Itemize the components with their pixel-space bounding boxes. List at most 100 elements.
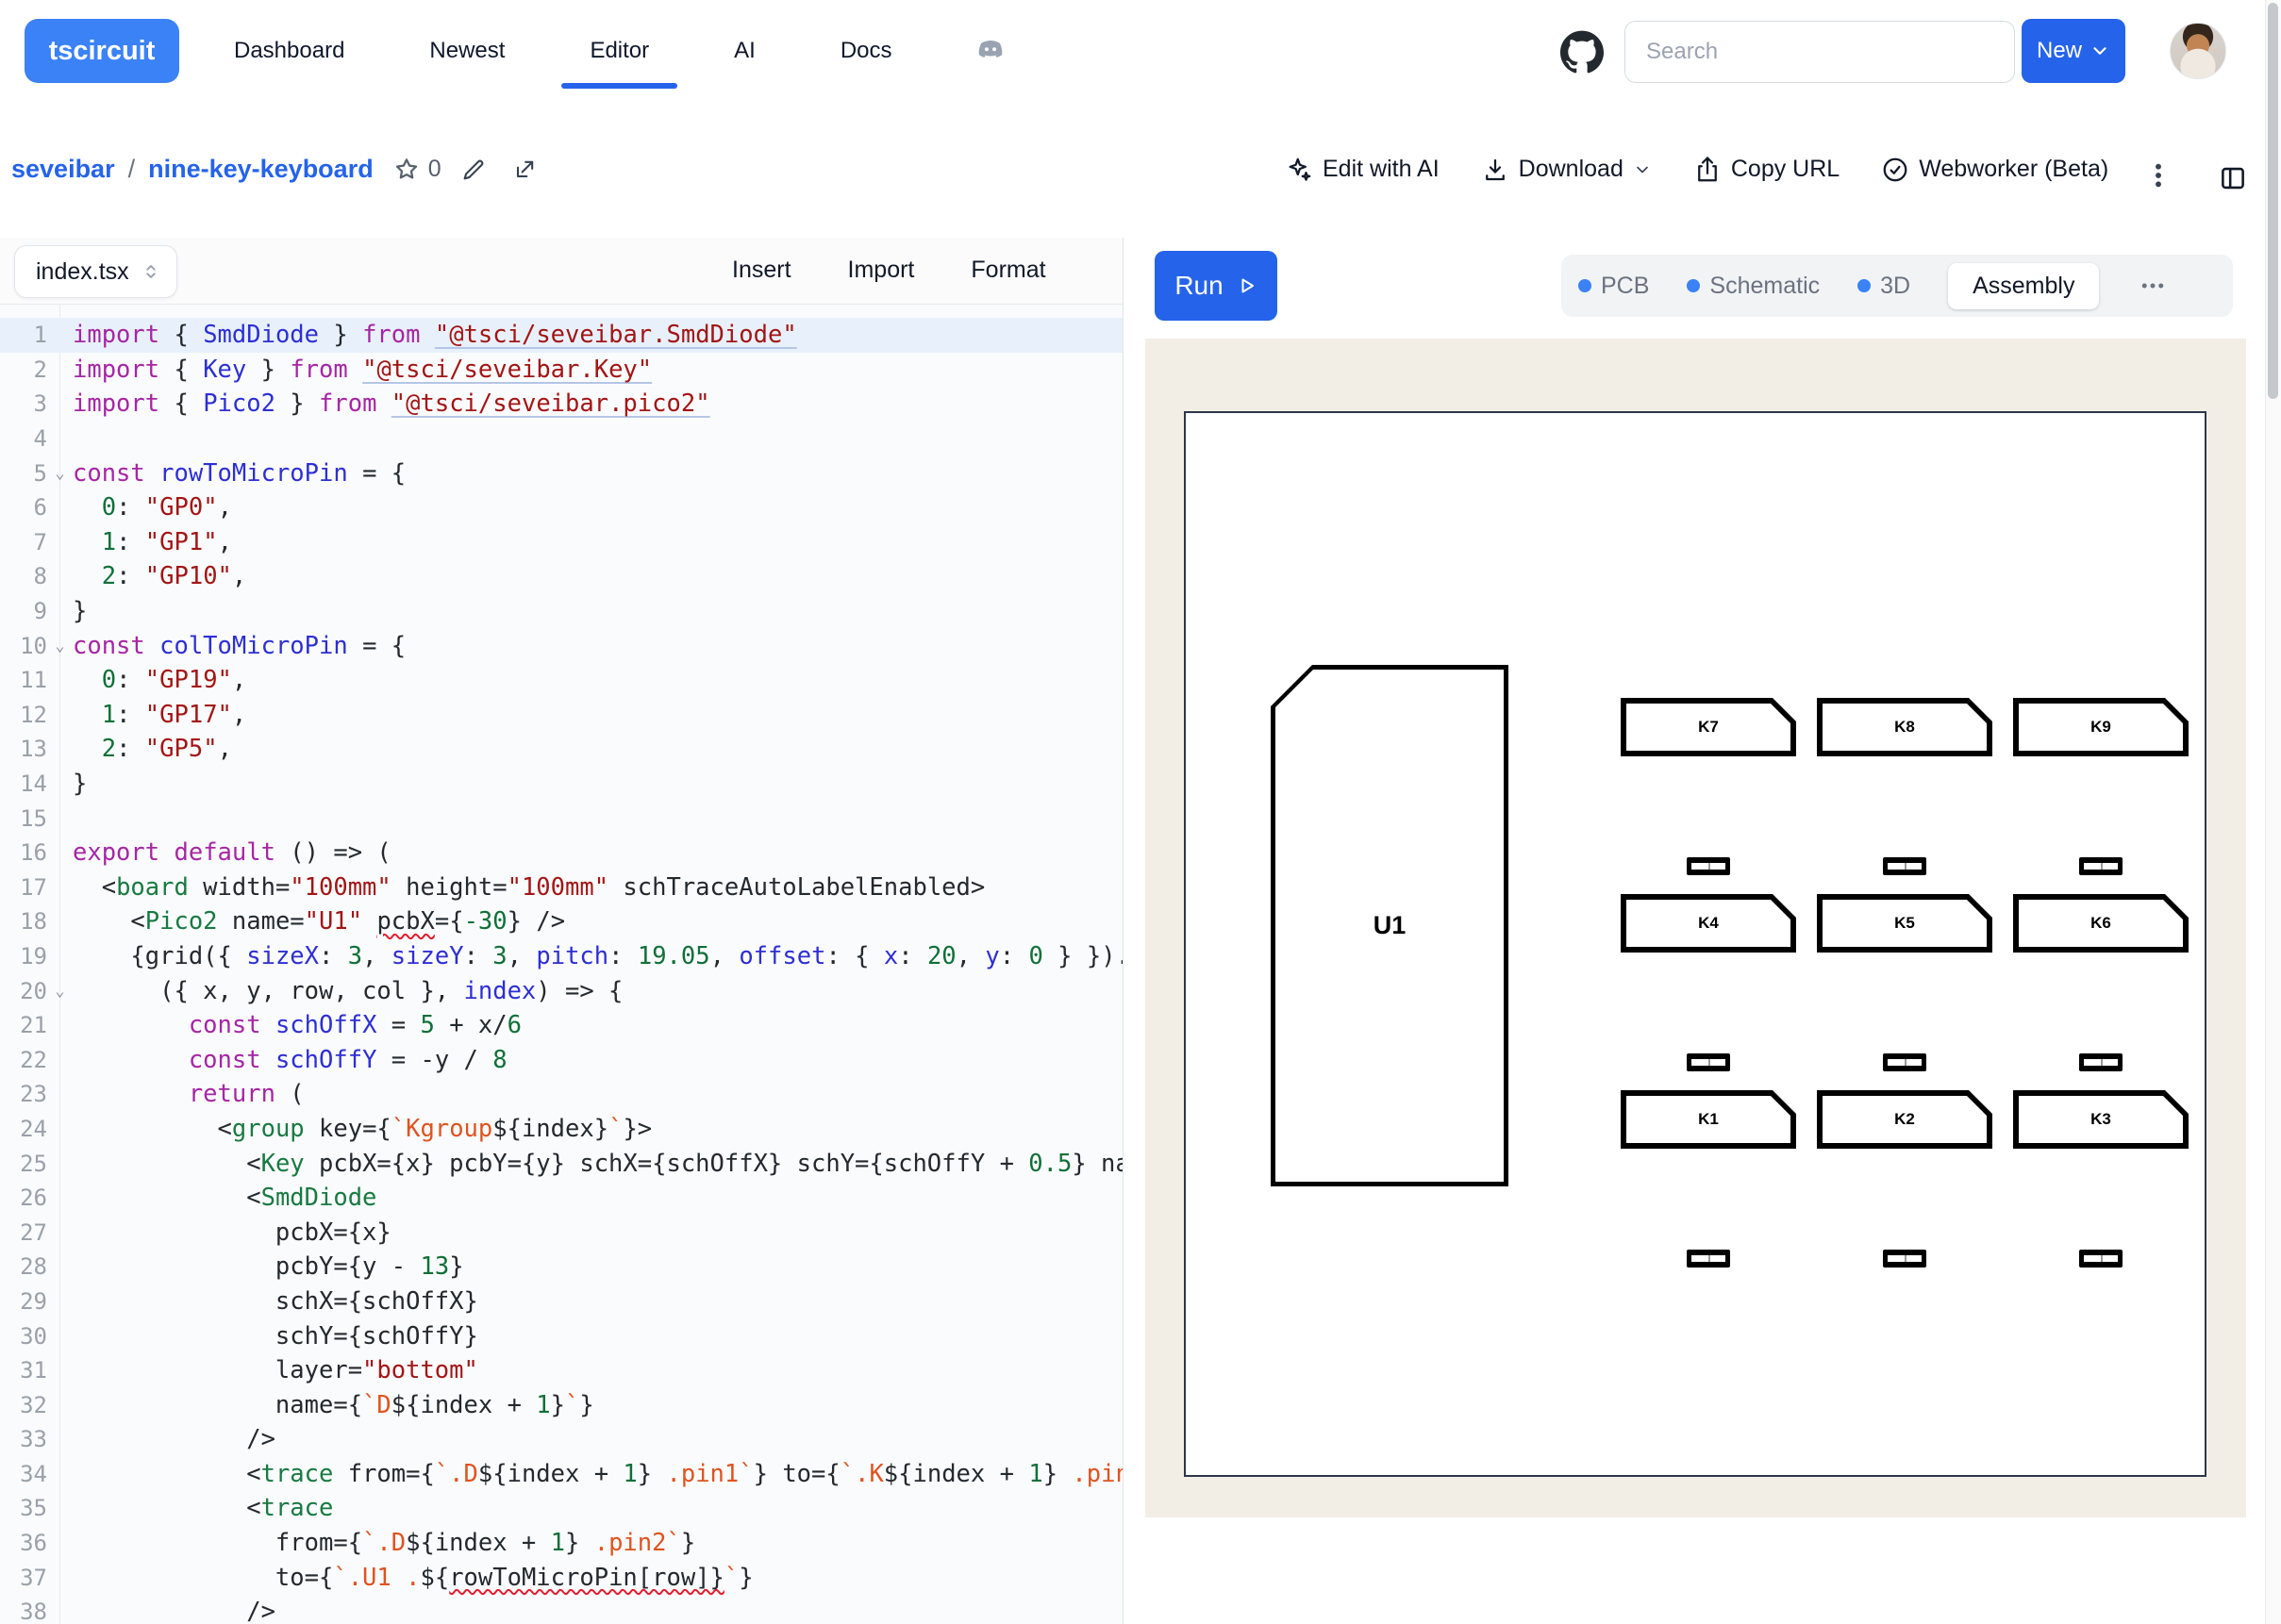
code-line[interactable]: 10⌄const colToMicroPin = { bbox=[0, 628, 1123, 663]
scrollbar-thumb[interactable] bbox=[2268, 3, 2278, 399]
key-body: K3 bbox=[2019, 1096, 2183, 1143]
diode-tick bbox=[2101, 863, 2103, 870]
tab-dot-icon bbox=[1687, 279, 1700, 292]
code-line[interactable]: 27 pcbX={x} bbox=[0, 1215, 1123, 1250]
code-area[interactable]: 1import { SmdDiode } from "@tsci/seveiba… bbox=[0, 304, 1123, 1624]
code-line[interactable]: 12 1: "GP17", bbox=[0, 698, 1123, 733]
code-line[interactable]: 1import { SmdDiode } from "@tsci/seveiba… bbox=[0, 318, 1123, 353]
code-text: const schOffX = 5 + x/6 bbox=[73, 1011, 522, 1039]
code-line[interactable]: 28 pcbY={y - 13} bbox=[0, 1250, 1123, 1284]
run-button[interactable]: Run bbox=[1155, 251, 1277, 321]
action-label: Webworker (Beta) bbox=[1919, 156, 2108, 183]
line-number: 17 bbox=[0, 874, 47, 901]
open-external-button[interactable] bbox=[506, 151, 543, 189]
code-line[interactable]: 3import { Pico2 } from "@tsci/seveibar.p… bbox=[0, 387, 1123, 422]
code-line[interactable]: 36 from={`.D${index + 1} .pin2`} bbox=[0, 1526, 1123, 1561]
code-line[interactable]: 32 name={`D${index + 1}`} bbox=[0, 1387, 1123, 1422]
code-line[interactable]: 24 <group key={`Kgroup${index}`}> bbox=[0, 1112, 1123, 1147]
fold-arrow-icon[interactable]: ⌄ bbox=[47, 629, 73, 663]
download-icon bbox=[1481, 156, 1509, 184]
code-line[interactable]: 18 <Pico2 name="U1" pcbX={-30} /> bbox=[0, 904, 1123, 939]
code-line[interactable]: 8 2: "GP10", bbox=[0, 559, 1123, 594]
tab-3d[interactable]: 3D bbox=[1857, 273, 1910, 300]
code-text: <SmdDiode bbox=[73, 1184, 376, 1212]
code-line[interactable]: 26 <SmdDiode bbox=[0, 1181, 1123, 1216]
code-line[interactable]: 29 schX={schOffX} bbox=[0, 1284, 1123, 1319]
play-icon bbox=[1235, 274, 1257, 297]
github-icon[interactable] bbox=[1560, 30, 1604, 74]
assembly-key-k7: K7 bbox=[1621, 698, 1796, 756]
fold-arrow-icon[interactable]: ⌄ bbox=[47, 456, 73, 490]
tscircuit-logo[interactable]: tscircuit bbox=[25, 19, 179, 83]
code-line[interactable]: 21 const schOffX = 5 + x/6 bbox=[0, 1008, 1123, 1043]
code-text: 1: "GP17", bbox=[73, 701, 246, 729]
code-line[interactable]: 30 schY={schOffY} bbox=[0, 1318, 1123, 1353]
code-text: 1: "GP1", bbox=[73, 528, 232, 556]
nav-link-dashboard[interactable]: Dashboard bbox=[230, 25, 348, 77]
line-number: 10 bbox=[0, 633, 47, 659]
code-line[interactable]: 2import { Key } from "@tsci/seveibar.Key… bbox=[0, 353, 1123, 388]
code-text: <Key pcbX={x} pcbY={y} schX={schOffX} sc… bbox=[73, 1150, 1123, 1178]
nav-link-docs[interactable]: Docs bbox=[837, 25, 896, 77]
code-line[interactable]: 4 bbox=[0, 422, 1123, 456]
search-input[interactable] bbox=[1624, 21, 2015, 83]
assembly-diode bbox=[1687, 857, 1730, 875]
code-line[interactable]: 9} bbox=[0, 594, 1123, 629]
project-link[interactable]: nine-key-keyboard bbox=[148, 155, 374, 184]
tab-assembly[interactable]: Assembly bbox=[1948, 263, 2099, 309]
code-line[interactable]: 14} bbox=[0, 767, 1123, 802]
line-number: 12 bbox=[0, 702, 47, 728]
assembly-diode bbox=[1687, 1250, 1730, 1268]
code-line[interactable]: 11 0: "GP19", bbox=[0, 663, 1123, 698]
format-button[interactable]: Format bbox=[971, 257, 1045, 284]
code-line[interactable]: 5⌄const rowToMicroPin = { bbox=[0, 456, 1123, 490]
rename-button[interactable] bbox=[455, 151, 492, 189]
edit-with-ai-button[interactable]: Edit with AI bbox=[1285, 156, 1440, 184]
code-line[interactable]: 31 layer="bottom" bbox=[0, 1353, 1123, 1388]
webworker-beta--button[interactable]: Webworker (Beta) bbox=[1881, 156, 2108, 184]
copy-url-button[interactable]: Copy URL bbox=[1693, 156, 1840, 184]
code-line[interactable]: 25 <Key pcbX={x} pcbY={y} schX={schOffX}… bbox=[0, 1146, 1123, 1181]
view-tabs-more-button[interactable] bbox=[2139, 272, 2167, 300]
code-line[interactable]: 13 2: "GP5", bbox=[0, 732, 1123, 767]
code-line[interactable]: 7 1: "GP1", bbox=[0, 525, 1123, 560]
assembly-canvas[interactable]: U1 K7K8K9K4K5K6K1K2K3 bbox=[1145, 339, 2246, 1517]
download-button[interactable]: Download bbox=[1481, 156, 1652, 184]
code-line[interactable]: 19 {grid({ sizeX: 3, sizeY: 3, pitch: 19… bbox=[0, 939, 1123, 974]
code-line[interactable]: 17 <board width="100mm" height="100mm" s… bbox=[0, 870, 1123, 905]
code-line[interactable]: 6 0: "GP0", bbox=[0, 490, 1123, 525]
code-line[interactable]: 35 <trace bbox=[0, 1491, 1123, 1526]
nav-link-editor[interactable]: Editor bbox=[586, 25, 653, 77]
tab-schematic[interactable]: Schematic bbox=[1687, 273, 1820, 300]
code-line[interactable]: 34 <trace from={`.D${index + 1} .pin1`} … bbox=[0, 1457, 1123, 1492]
import-button[interactable]: Import bbox=[848, 257, 915, 284]
more-options-button[interactable] bbox=[2138, 155, 2179, 196]
star-count: 0 bbox=[428, 156, 441, 183]
discord-icon[interactable] bbox=[968, 28, 1013, 74]
code-line[interactable]: 37 to={`.U1 .${rowToMicroPin[row]}`} bbox=[0, 1560, 1123, 1595]
code-line[interactable]: 23 return ( bbox=[0, 1077, 1123, 1112]
code-line[interactable]: 16export default () => ( bbox=[0, 836, 1123, 870]
insert-button[interactable]: Insert bbox=[732, 257, 791, 284]
code-line[interactable]: 20⌄ ({ x, y, row, col }, index) => { bbox=[0, 973, 1123, 1008]
star-button[interactable]: 0 bbox=[392, 156, 441, 184]
new-button[interactable]: New bbox=[2022, 19, 2125, 83]
code-line[interactable]: 33 /> bbox=[0, 1422, 1123, 1457]
user-avatar[interactable] bbox=[2170, 23, 2226, 79]
code-text: const colToMicroPin = { bbox=[73, 632, 406, 660]
toggle-panel-button[interactable] bbox=[2211, 157, 2255, 200]
nav-link-newest[interactable]: Newest bbox=[425, 25, 508, 77]
file-selector[interactable]: index.tsx bbox=[14, 245, 177, 298]
action-label: Copy URL bbox=[1731, 156, 1840, 183]
fold-arrow-icon[interactable]: ⌄ bbox=[47, 974, 73, 1008]
key-body: K8 bbox=[1823, 704, 1987, 751]
owner-link[interactable]: seveibar bbox=[11, 155, 115, 184]
tab-pcb[interactable]: PCB bbox=[1578, 273, 1649, 300]
nav-link-ai[interactable]: AI bbox=[730, 25, 759, 77]
code-line[interactable]: 22 const schOffY = -y / 8 bbox=[0, 1042, 1123, 1077]
line-number: 26 bbox=[0, 1185, 47, 1211]
code-line[interactable]: 15 bbox=[0, 801, 1123, 836]
line-number: 32 bbox=[0, 1392, 47, 1418]
action-label: Download bbox=[1519, 156, 1623, 183]
code-line[interactable]: 38 /> bbox=[0, 1595, 1123, 1624]
